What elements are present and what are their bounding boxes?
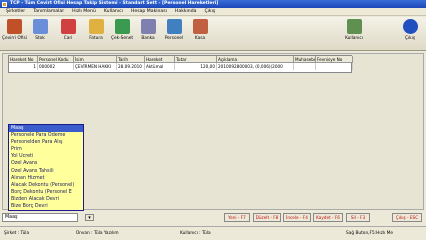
list-item[interactable]: Özel Avans Tahsili: [9, 168, 83, 175]
grid-header: Hareket No Personel Kodu İsim Tarih Hare…: [9, 56, 353, 63]
list-item[interactable]: Özel Avans: [9, 160, 83, 167]
cari-label: Cari: [63, 36, 73, 41]
menu-item-kullanici[interactable]: Kullanıcı: [100, 9, 127, 14]
movement-type-value: Maaş: [5, 215, 18, 220]
stok-button[interactable]: Stok: [28, 19, 52, 49]
banka-button[interactable]: Banka: [136, 19, 160, 49]
cek-senet-button[interactable]: Çek-Senet: [110, 19, 134, 49]
new-button[interactable]: Yeni - F7: [224, 213, 250, 222]
menu-item-sirketler[interactable]: Şirketler: [2, 9, 29, 14]
user-icon: [346, 19, 362, 34]
window-title: TCP - Tüm Cevirt Ofisi Hesap Takip Siste…: [10, 1, 219, 6]
cari-button[interactable]: Cari: [56, 19, 80, 49]
movement-type-dropdown-list[interactable]: Maaş Personele Para Ödeme Personelden Pa…: [8, 124, 84, 211]
status-bar: Şirket : Tüla Ünvan : Tüla Yazılım Kulla…: [0, 226, 426, 240]
status-help: Sağ Buton,F5:Hızlı Me: [346, 231, 393, 236]
column-header[interactable]: Açıklama: [217, 56, 294, 63]
menu-item-cikis[interactable]: Çıkış: [200, 9, 219, 14]
movements-grid[interactable]: Hareket No Personel Kodu İsim Tarih Hare…: [8, 55, 353, 73]
list-item[interactable]: Borç Dekontu (Personel E: [9, 189, 83, 196]
list-item[interactable]: Bizden Alacak Devri: [9, 196, 83, 203]
kullanici-button[interactable]: Kullanıcı: [340, 19, 368, 49]
list-item[interactable]: Prim: [9, 146, 83, 153]
delete-button[interactable]: Sil - F3: [346, 213, 370, 222]
personel-label: Personel: [164, 36, 184, 41]
table-cell: 2010092800003, (0,006)(2000: [217, 63, 294, 70]
save-button[interactable]: Kaydet - F6: [313, 213, 343, 222]
column-header[interactable]: İsim: [74, 56, 117, 63]
inspect-button[interactable]: İncele - F4: [283, 213, 311, 222]
menu-item-tanimlamalar[interactable]: Tanımlamalar: [29, 9, 68, 14]
movement-type-field[interactable]: Maaş: [2, 213, 78, 222]
safe-icon: [192, 19, 208, 34]
column-header[interactable]: Personel Kodu: [38, 56, 74, 63]
column-header[interactable]: Hareket No: [9, 56, 38, 63]
app-icon: [2, 1, 7, 7]
menu-bar: Şirketler Tanımlamalar Hızlı Menü Kullan…: [0, 8, 426, 16]
banka-label: Banka: [141, 36, 155, 41]
table-row[interactable]: 1 000002 ÇEVİRMEN HAKKI 28.09.2010 Aktüm…: [9, 63, 353, 70]
list-item[interactable]: Yol Ücreti: [9, 153, 83, 160]
table-cell: 000002: [38, 63, 74, 70]
list-item[interactable]: Alacak Dekontu (Personel): [9, 182, 83, 189]
dropdown-toggle-button[interactable]: ▾: [85, 214, 94, 221]
list-item[interactable]: Bize Borç Devri: [9, 203, 83, 210]
table-cell: 120,00: [175, 63, 217, 70]
column-header[interactable]: Hareket: [145, 56, 175, 63]
column-header[interactable]: Muhasebe: [294, 56, 316, 63]
edit-button[interactable]: Düzelt - F8: [253, 213, 281, 222]
table-cell: [294, 63, 316, 70]
cek-senet-label: Çek-Senet: [110, 36, 134, 41]
exit-label: Çıkış: [404, 36, 416, 41]
list-item[interactable]: Personele Para Ödeme: [9, 132, 83, 139]
table-cell: 1: [9, 63, 38, 70]
chevron-down-icon: ▾: [88, 215, 91, 221]
table-cell: [316, 63, 353, 70]
cevirri-ofisi-label: Çevirri Ofisi: [2, 36, 27, 41]
kasa-button[interactable]: Kasa: [188, 19, 212, 49]
list-item[interactable]: Personelden Para Alış: [9, 139, 83, 146]
column-header[interactable]: Fevnisye No: [316, 56, 353, 63]
personnel-icon: [166, 19, 182, 34]
cevirri-ofisi-button[interactable]: Çevirri Ofisi: [2, 19, 27, 49]
personel-button[interactable]: Personel: [162, 19, 186, 49]
table-cell: 28.09.2010: [117, 63, 145, 70]
exit-button[interactable]: Çıkış: [398, 19, 422, 49]
fatura-button[interactable]: Fatura: [84, 19, 108, 49]
column-header[interactable]: Tutar: [175, 56, 217, 63]
people-icon: [6, 19, 22, 34]
box-icon: [32, 19, 48, 34]
menu-item-hizli-menu[interactable]: Hızlı Menü: [68, 9, 100, 14]
cheque-icon: [114, 19, 130, 34]
title-bar: TCP - Tüm Cevirt Ofisi Hesap Takip Siste…: [0, 0, 426, 8]
bank-icon: [140, 19, 156, 34]
status-company: Şirket : Tüla: [4, 231, 30, 236]
toolbar: Çevirri Ofisi Stok Cari Fatura Çek-Senet…: [0, 17, 426, 51]
exit-icon: [402, 19, 418, 34]
menu-item-hakkinda[interactable]: Hakkında: [171, 9, 201, 14]
status-user: Kullanıcı : Tüla: [180, 231, 211, 236]
menu-item-hesap-makinasi[interactable]: Hesap Makinası: [127, 9, 171, 14]
invoice-icon: [88, 19, 104, 34]
list-item[interactable]: Maaş: [9, 125, 83, 133]
fatura-label: Fatura: [89, 36, 103, 41]
exit-esc-button[interactable]: Çıkış - ESC: [392, 213, 422, 222]
card-icon: [60, 19, 76, 34]
table-cell: Aktümal: [145, 63, 175, 70]
status-user-title: Ünvan : Tüla Yazılım: [76, 231, 119, 236]
list-item[interactable]: Alınan Hizmet: [9, 175, 83, 182]
kasa-label: Kasa: [194, 36, 206, 41]
table-cell: ÇEVİRMEN HAKKI: [74, 63, 117, 70]
kullanici-label: Kullanıcı: [345, 36, 363, 41]
stok-label: Stok: [35, 36, 45, 41]
column-header[interactable]: Tarih: [117, 56, 145, 63]
